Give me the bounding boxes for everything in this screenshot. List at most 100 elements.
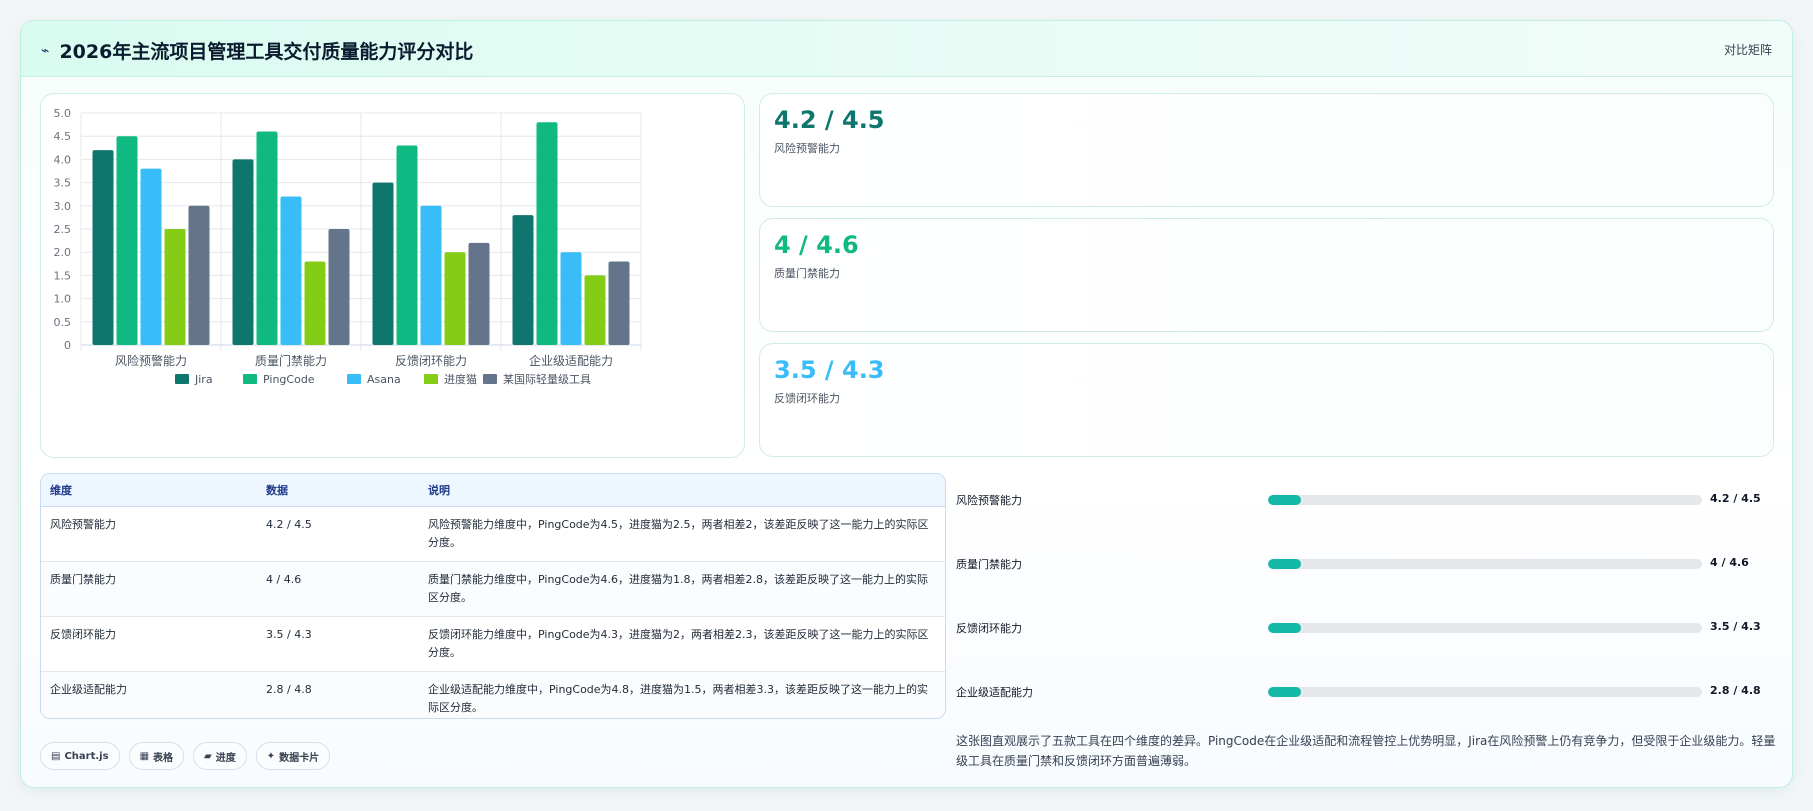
progress-icon: ▰ bbox=[204, 750, 212, 762]
chart-card: 0 0.5 1.0 1.5 2.0 2.5 3.0 3.5 4.0 4.5 5.0 风险预警能力 质量门… bbox=[40, 93, 745, 458]
legend-swatch bbox=[483, 374, 497, 384]
bar bbox=[608, 261, 630, 345]
cell-data: 4 / 4.6 bbox=[257, 561, 419, 617]
bar bbox=[420, 205, 442, 345]
chip-label: 表格 bbox=[153, 752, 174, 764]
y-tick-label: 4.5 bbox=[54, 130, 72, 143]
x-tick-label: 风险预警能力 bbox=[115, 353, 187, 368]
progress-value: 2.8 / 4.8 bbox=[1710, 684, 1761, 697]
y-tick-label: 1.5 bbox=[54, 269, 72, 282]
cell-data: 4.2 / 4.5 bbox=[257, 506, 419, 562]
stat-card-feedback: 3.5 / 4.3 反馈闭环能力 bbox=[759, 343, 1774, 457]
chip-progress[interactable]: ▰ 进度 bbox=[193, 742, 247, 770]
legend-label: Jira bbox=[194, 373, 213, 386]
compare-matrix-link[interactable]: 对比矩阵 bbox=[1724, 41, 1772, 58]
y-tick-label: 2.0 bbox=[54, 246, 72, 259]
title-wrap: ⌁ 2026年主流项目管理工具交付质量能力评分对比 bbox=[41, 37, 473, 64]
bar bbox=[536, 122, 558, 345]
bar bbox=[512, 215, 534, 345]
y-tick-label: 2.5 bbox=[54, 223, 72, 236]
y-tick-label: 3.0 bbox=[54, 200, 72, 213]
y-tick-label: 4.0 bbox=[54, 153, 72, 166]
progress-row-quality: 质量门禁能力 4 / 4.6 bbox=[956, 553, 1780, 573]
table-row: 企业级适配能力 2.8 / 4.8 企业级适配能力维度中，PingCode为4.… bbox=[41, 671, 945, 718]
bar bbox=[256, 131, 278, 345]
stat-label: 反馈闭环能力 bbox=[774, 392, 840, 405]
progress-label: 企业级适配能力 bbox=[956, 686, 1033, 699]
table-row: 质量门禁能力 4 / 4.6 质量门禁能力维度中，PingCode为4.6，进度… bbox=[41, 561, 945, 617]
bar bbox=[92, 150, 114, 345]
page-title: 2026年主流项目管理工具交付质量能力评分对比 bbox=[59, 41, 474, 63]
bar bbox=[328, 229, 350, 345]
legend-swatch bbox=[347, 374, 361, 384]
cell-dimension: 质量门禁能力 bbox=[41, 561, 257, 617]
bar bbox=[232, 159, 254, 345]
bar bbox=[188, 205, 210, 345]
stat-label: 质量门禁能力 bbox=[774, 267, 840, 280]
sparkle-icon: ✦ bbox=[266, 750, 276, 762]
bar bbox=[304, 261, 326, 345]
table-icon: ▦ bbox=[139, 750, 150, 762]
cell-dimension: 反馈闭环能力 bbox=[41, 616, 257, 672]
y-tick-label: 0.5 bbox=[54, 316, 72, 329]
stat-card-risk: 4.2 / 4.5 风险预警能力 bbox=[759, 93, 1774, 207]
bar bbox=[560, 252, 582, 345]
pulse-icon: ⌁ bbox=[41, 42, 50, 59]
chip-data-card[interactable]: ✦ 数据卡片 bbox=[255, 742, 331, 770]
legend-swatch bbox=[243, 374, 257, 384]
chip-chartjs[interactable]: ▤ Chart.js bbox=[40, 742, 120, 770]
cell-dimension: 风险预警能力 bbox=[41, 506, 257, 562]
y-tick-label: 1.0 bbox=[54, 293, 72, 306]
bar bbox=[164, 229, 186, 345]
stat-value: 4 / 4.6 bbox=[774, 231, 859, 259]
summary-text: 这张图直观展示了五款工具在四个维度的差异。PingCode在企业级适配和流程管控… bbox=[956, 734, 1776, 768]
dashboard-panel: ⌁ 2026年主流项目管理工具交付质量能力评分对比 对比矩阵 0 0.5 1.0 1.… bbox=[20, 20, 1793, 788]
cell-data: 3.5 / 4.3 bbox=[257, 616, 419, 672]
progress-label: 风险预警能力 bbox=[956, 494, 1022, 507]
chip-table[interactable]: ▦ 表格 bbox=[128, 742, 185, 770]
stat-value: 4.2 / 4.5 bbox=[774, 106, 885, 134]
comparison-table: 维度 数据 说明 风险预警能力 4.2 / 4.5 风险预警能力维度中，Ping… bbox=[41, 474, 945, 718]
bar bbox=[396, 145, 418, 345]
stat-label: 风险预警能力 bbox=[774, 142, 840, 155]
legend-swatch bbox=[175, 374, 189, 384]
chip-label: Chart.js bbox=[64, 750, 109, 762]
progress-fill bbox=[1268, 687, 1301, 697]
chart-icon: ▤ bbox=[51, 750, 61, 762]
progress-track bbox=[1268, 623, 1702, 633]
tag-chips: ▤ Chart.js ▦ 表格 ▰ 进度 ✦ 数据卡片 bbox=[40, 742, 331, 770]
progress-row-enterprise: 企业级适配能力 2.8 / 4.8 bbox=[956, 681, 1780, 701]
progress-label: 质量门禁能力 bbox=[956, 558, 1022, 571]
cell-description: 风险预警能力维度中，PingCode为4.5，进度猫为2.5，两者相差2，该差距… bbox=[419, 506, 945, 562]
bar bbox=[116, 136, 138, 345]
y-tick-label: 3.5 bbox=[54, 177, 72, 190]
y-tick-label: 0 bbox=[64, 339, 71, 352]
progress-fill bbox=[1268, 623, 1301, 633]
bar bbox=[444, 252, 466, 345]
bar bbox=[584, 275, 606, 345]
column-header-data: 数据 bbox=[257, 474, 419, 507]
cell-data: 2.8 / 4.8 bbox=[266, 682, 312, 696]
table-row: 反馈闭环能力 3.5 / 4.3 反馈闭环能力维度中，PingCode为4.3，… bbox=[41, 616, 945, 672]
progress-track bbox=[1268, 495, 1702, 505]
comparison-table-card: 维度 数据 说明 风险预警能力 4.2 / 4.5 风险预警能力维度中，Ping… bbox=[40, 473, 946, 719]
table-row: 风险预警能力 4.2 / 4.5 风险预警能力维度中，PingCode为4.5，… bbox=[41, 506, 945, 562]
x-tick-label: 企业级适配能力 bbox=[529, 353, 613, 368]
x-tick-label: 质量门禁能力 bbox=[255, 353, 327, 368]
y-tick-label: 5.0 bbox=[54, 107, 72, 120]
bar bbox=[468, 242, 490, 345]
legend-label: PingCode bbox=[263, 373, 315, 386]
progress-row-risk: 风险预警能力 4.2 / 4.5 bbox=[956, 489, 1780, 509]
progress-fill bbox=[1268, 495, 1301, 505]
progress-value: 4.2 / 4.5 bbox=[1710, 492, 1761, 505]
cell-description: 质量门禁能力维度中，PingCode为4.6，进度猫为1.8，两者相差2.8，该… bbox=[419, 561, 945, 617]
header: ⌁ 2026年主流项目管理工具交付质量能力评分对比 对比矩阵 bbox=[21, 21, 1792, 77]
stat-value: 3.5 / 4.3 bbox=[774, 356, 885, 384]
progress-label: 反馈闭环能力 bbox=[956, 622, 1022, 635]
cell-description: 反馈闭环能力维度中，PingCode为4.3，进度猫为2，两者相差2.3，该差距… bbox=[419, 616, 945, 672]
progress-row-feedback: 反馈闭环能力 3.5 / 4.3 bbox=[956, 617, 1780, 637]
progress-fill bbox=[1268, 559, 1301, 569]
legend-label: Asana bbox=[367, 373, 401, 386]
progress-track bbox=[1268, 687, 1702, 697]
legend-label: 进度猫 bbox=[444, 372, 477, 386]
